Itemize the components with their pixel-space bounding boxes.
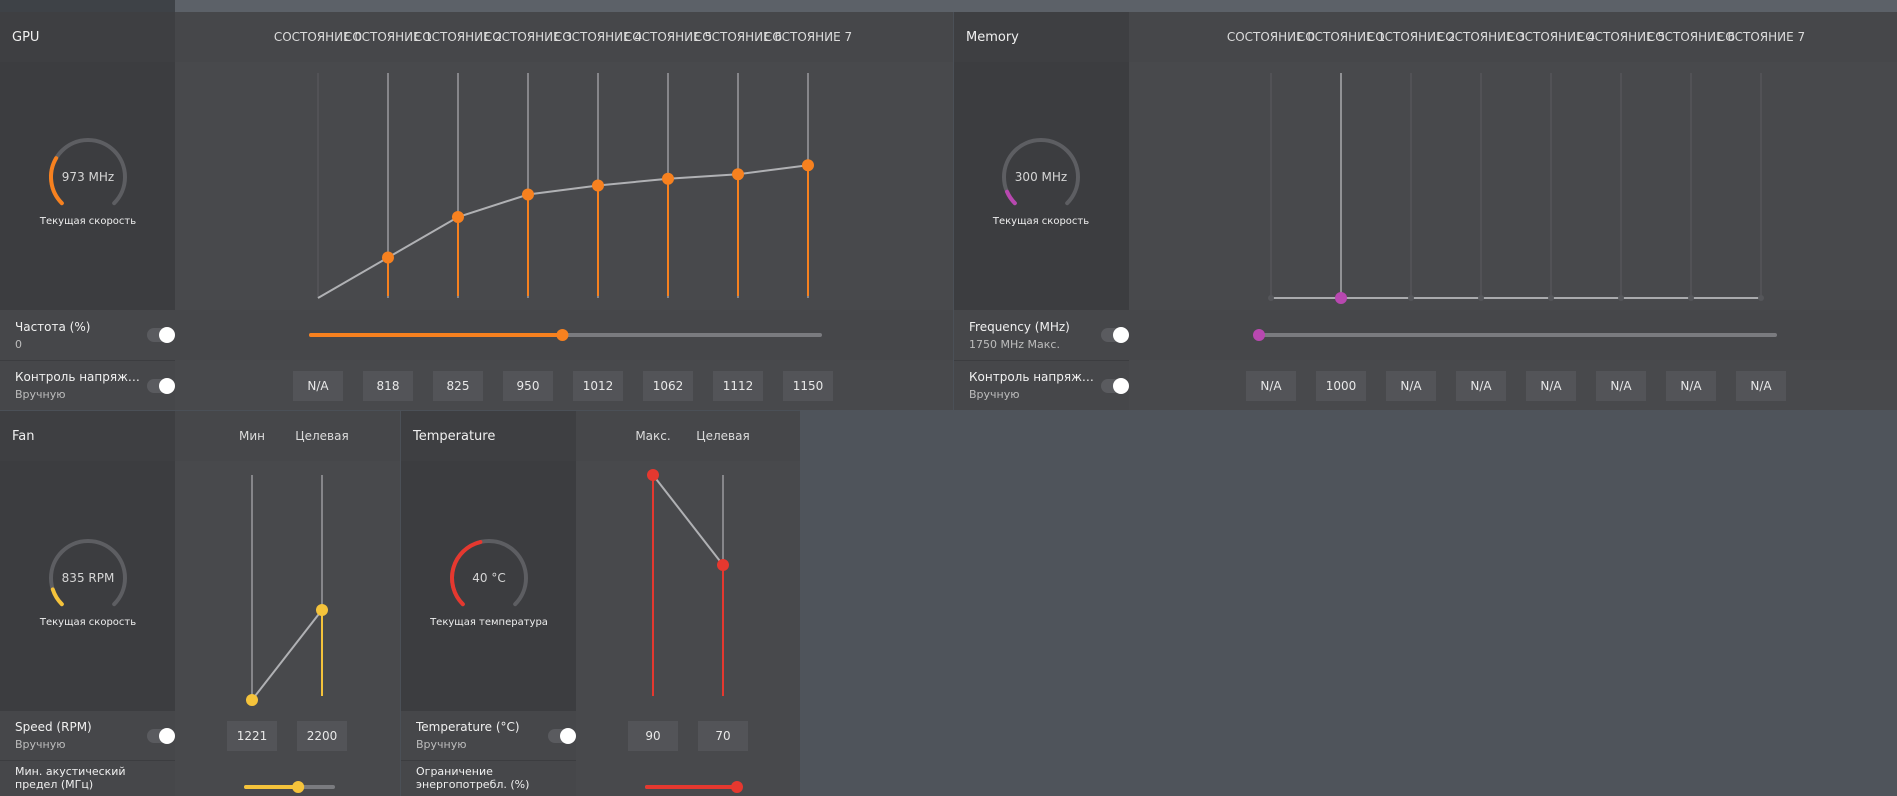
background-top-left [0, 0, 175, 12]
gpu-gauge-caption: Текущая скорость [39, 216, 137, 227]
fan-acoustic-label: Мин. акустический предел (МГц) [15, 765, 126, 791]
temperature-gauge-caption: Текущая температура [430, 617, 548, 628]
memory-voltage-value-7[interactable]: N/A [1736, 371, 1786, 401]
memory-state-point-7 [1758, 295, 1764, 301]
memory-gauge-value: 300 MHz [1014, 170, 1068, 184]
gpu-gauge-value: 973 MHz [61, 170, 115, 184]
gpu-voltage-value-1[interactable]: 818 [363, 371, 413, 401]
fan-speed-toggle[interactable] [147, 728, 175, 744]
fan-column-header [175, 411, 400, 461]
gpu-curve-point-6[interactable] [732, 168, 744, 181]
memory-voltage-value-4[interactable]: N/A [1526, 371, 1576, 401]
fan-title: Fan [12, 428, 35, 444]
fan-gauge-caption: Текущая скорость [39, 617, 137, 628]
gpu-frequency-toggle[interactable] [147, 327, 175, 343]
memory-voltage-value-3[interactable]: N/A [1456, 371, 1506, 401]
memory-voltage-value-2[interactable]: N/A [1386, 371, 1436, 401]
fan-chart-area [175, 411, 400, 796]
temperature-title-header: Temperature [401, 411, 576, 461]
power-limit-slider[interactable] [0, 0, 743, 793]
temperature-column-header [576, 411, 800, 461]
memory-state-point-0 [1268, 295, 1274, 301]
temperature-gauge-value: 40 °C [472, 571, 506, 585]
background-top-bar [0, 0, 1897, 12]
memory-state-point-5 [1618, 295, 1624, 301]
gpu-curve-point-1[interactable] [382, 251, 394, 264]
memory-state-point-2 [1408, 295, 1414, 301]
gpu-voltage-value-4[interactable]: 1012 [573, 371, 623, 401]
temperature-max-value[interactable]: 90 [628, 721, 678, 751]
fan-acoustic-row: Мин. акустический предел (МГц) [0, 761, 175, 796]
background-area [800, 410, 1897, 796]
memory-state-label-7: СОСТОЯНИЕ 7 [1716, 30, 1806, 44]
gpu-curve-point-2[interactable] [452, 211, 464, 223]
memory-voltage-toggle[interactable] [1101, 378, 1129, 394]
power-limit-row: Ограничение энергопотребл. (%) [401, 761, 576, 796]
memory-active-point[interactable] [1335, 292, 1347, 304]
temperature-max-point[interactable] [647, 469, 659, 481]
temperature-chart-area [576, 411, 800, 796]
gpu-voltage-value-3[interactable]: 950 [503, 371, 553, 401]
fan-target-value[interactable]: 2200 [297, 721, 347, 751]
gpu-voltage-value-6[interactable]: 1112 [713, 371, 763, 401]
memory-voltage-label: Контроль напряжен... [969, 370, 1099, 384]
gpu-voltage-value-5[interactable]: 1062 [643, 371, 693, 401]
memory-state-point-3 [1478, 295, 1484, 301]
memory-state-point-6 [1688, 295, 1694, 301]
gpu-title-header: GPU [0, 12, 175, 62]
gpu-curve-point-5[interactable] [662, 172, 674, 185]
memory-state-point-4 [1548, 295, 1554, 301]
memory-title-header: Memory [954, 12, 1129, 62]
memory-gauge-caption: Текущая скорость [992, 216, 1090, 227]
fan-col-target-label: Целевая [295, 429, 349, 443]
gpu-slider-handle[interactable] [556, 329, 569, 341]
fan-col-min-label: Мин [239, 429, 265, 443]
gpu-title: GPU [12, 29, 40, 45]
memory-voltage-value-5[interactable]: N/A [1596, 371, 1646, 401]
memory-voltage-value-6[interactable]: N/A [1666, 371, 1716, 401]
fan-target-point[interactable] [316, 604, 328, 616]
gpu-state-label-7: СОСТОЯНИЕ 7 [763, 30, 853, 44]
temperature-col-target-label: Целевая [696, 429, 750, 443]
gpu-curve-point-7[interactable] [802, 159, 814, 172]
gpu-voltage-value-2[interactable]: 825 [433, 371, 483, 401]
power-limit-slider-handle[interactable] [731, 781, 743, 793]
fan-min-value[interactable]: 1221 [227, 721, 277, 751]
memory-voltage-value-1[interactable]: 1000 [1316, 371, 1366, 401]
memory-slider-handle[interactable] [1253, 329, 1265, 341]
fan-gauge-value: 835 RPM [61, 571, 115, 585]
gpu-voltage-value-7[interactable]: 1150 [783, 371, 833, 401]
temperature-target-point[interactable] [717, 559, 729, 571]
power-limit-label: Ограничение энергопотребл. (%) [416, 765, 530, 791]
gpu-curve-point-4[interactable] [592, 179, 604, 192]
memory-voltage-value-0[interactable]: N/A [1246, 371, 1296, 401]
temperature-target-value[interactable]: 70 [698, 721, 748, 751]
gpu-voltage-toggle[interactable] [147, 378, 175, 394]
temperature-title: Temperature [413, 428, 496, 444]
memory-title: Memory [966, 29, 1019, 45]
temperature-col-max-label: Макс. [635, 429, 671, 443]
gpu-voltage-label: Контроль напряжен... [15, 370, 145, 384]
memory-frequency-toggle[interactable] [1101, 327, 1129, 343]
fan-title-header: Fan [0, 411, 175, 461]
gpu-voltage-value-0[interactable]: N/A [293, 371, 343, 401]
fan-min-point[interactable] [246, 694, 258, 706]
fan-slider-handle[interactable] [292, 781, 305, 793]
gpu-curve-point-3[interactable] [522, 188, 534, 201]
temperature-toggle[interactable] [548, 728, 576, 744]
